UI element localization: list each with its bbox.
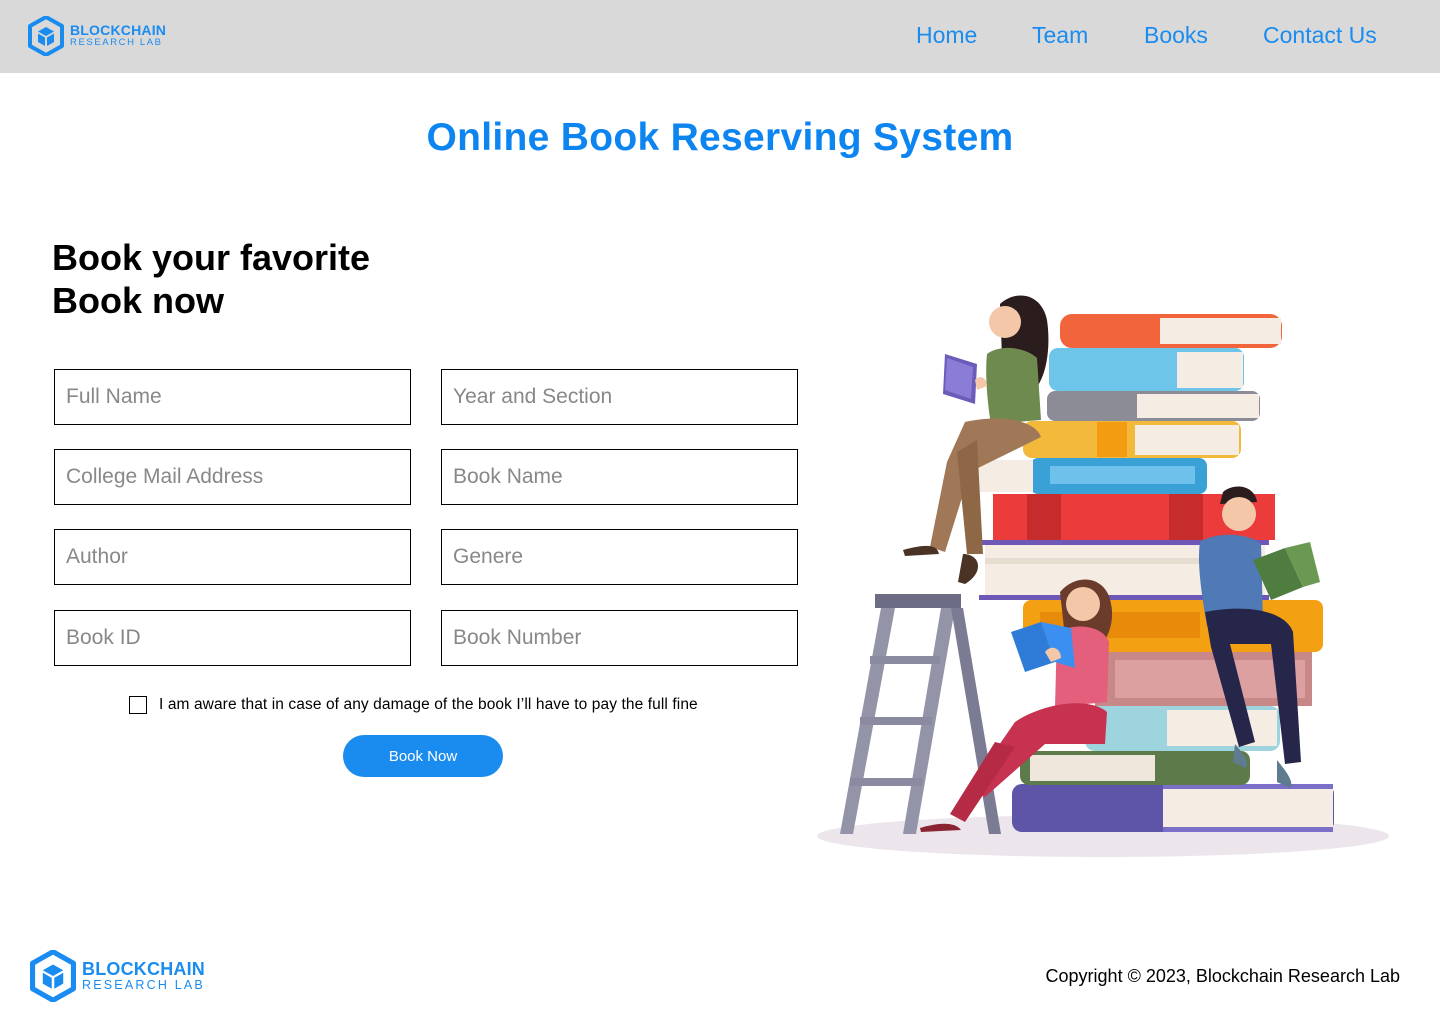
form-heading-line2: Book now [52, 280, 224, 321]
year-section-input[interactable] [441, 369, 798, 425]
genre-input[interactable] [441, 529, 798, 585]
brand-name: BLOCKCHAIN [70, 22, 167, 39]
reading-people-illustration [817, 295, 1389, 857]
full-name-input[interactable] [54, 369, 411, 425]
brand-tagline: RESEARCH LAB [70, 37, 163, 49]
book-id-input[interactable] [54, 610, 411, 666]
top-navbar: BLOCKCHAIN RESEARCH LAB Home Team Books … [0, 0, 1440, 73]
damage-agreement-checkbox[interactable] [129, 696, 147, 714]
copyright-text: Copyright © 2023, Blockchain Research La… [1045, 966, 1400, 986]
college-mail-input[interactable] [54, 449, 411, 505]
form-heading: Book your favorite Book now [52, 236, 370, 322]
page-title: Online Book Reserving System [426, 116, 1014, 159]
nav-books-link[interactable]: Books [1144, 22, 1208, 49]
book-number-input[interactable] [441, 610, 798, 666]
footer-brand-name: BLOCKCHAIN [82, 958, 205, 979]
cube-logo-icon [28, 16, 64, 56]
cube-logo-icon [30, 950, 76, 1002]
author-input[interactable] [54, 529, 411, 585]
footer-logo[interactable]: BLOCKCHAIN RESEARCH LAB [30, 950, 205, 1002]
damage-agreement-row: I am aware that in case of any damage of… [129, 696, 698, 714]
book-name-input[interactable] [441, 449, 798, 505]
form-heading-line1: Book your favorite [52, 237, 371, 278]
nav-contact-link[interactable]: Contact Us [1263, 22, 1377, 49]
footer-brand-tagline: RESEARCH LAB [82, 977, 205, 992]
damage-agreement-label: I am aware that in case of any damage of… [159, 696, 698, 713]
nav-team-link[interactable]: Team [1032, 22, 1088, 49]
nav-home-link[interactable]: Home [916, 22, 977, 49]
brand-logo[interactable]: BLOCKCHAIN RESEARCH LAB [28, 16, 166, 56]
book-now-button[interactable]: Book Now [343, 735, 503, 777]
